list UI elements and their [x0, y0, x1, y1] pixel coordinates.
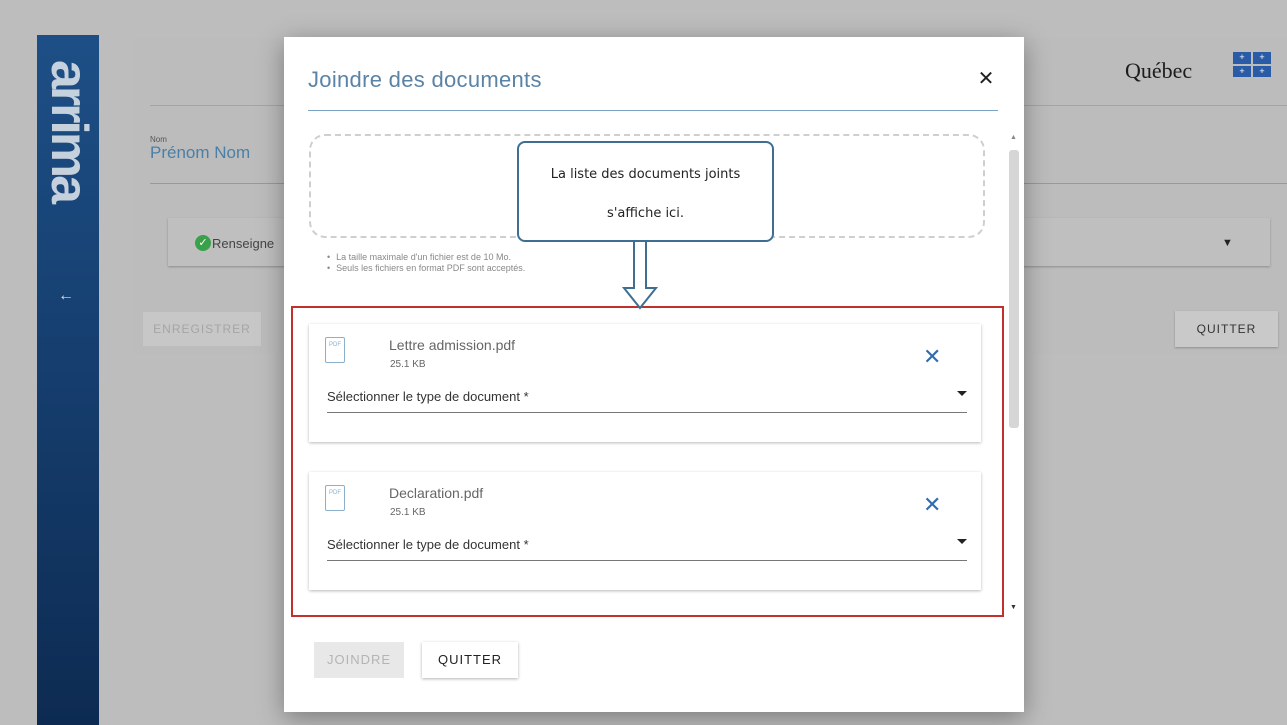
scroll-up-icon[interactable]: ▲: [1010, 134, 1017, 141]
tutorial-callout: La liste des documents joints s'affiche …: [517, 141, 774, 242]
scroll-down-icon[interactable]: ▼: [1010, 604, 1017, 611]
arrow-left-icon[interactable]: ←: [58, 287, 74, 305]
pdf-file-icon: PDF: [325, 485, 345, 511]
attach-documents-modal: Joindre des documents ✕ La taille maxima…: [284, 37, 1024, 712]
hint-pdf-only: Seuls les fichiers en format PDF sont ac…: [327, 263, 525, 274]
attached-documents-list: PDF Lettre admission.pdf 25.1 KB ✕ Sélec…: [291, 306, 1004, 617]
join-button[interactable]: JOINDRE: [314, 642, 404, 678]
document-type-select[interactable]: Sélectionner le type de document *: [327, 530, 967, 561]
modal-title-divider: [308, 110, 998, 111]
page-quit-button[interactable]: QUITTER: [1175, 311, 1278, 347]
check-circle-icon: ✓: [195, 235, 211, 251]
callout-line-2: s'affiche ici.: [607, 206, 684, 221]
name-field-value: Prénom Nom: [150, 143, 251, 162]
modal-title: Joindre des documents: [308, 67, 542, 92]
brand-logo: arrima: [40, 60, 98, 201]
document-card: PDF Lettre admission.pdf 25.1 KB ✕ Sélec…: [309, 324, 981, 442]
close-icon[interactable]: ✕: [974, 67, 998, 91]
document-size: 25.1 KB: [390, 507, 426, 518]
caret-down-icon: [957, 391, 967, 396]
document-name: Lettre admission.pdf: [389, 337, 516, 353]
quebec-logo: Québec: [1125, 58, 1193, 83]
section-label: Renseigne: [212, 236, 275, 251]
scrollbar[interactable]: ▲ ▼: [1007, 134, 1021, 616]
modal-quit-button[interactable]: QUITTER: [422, 642, 518, 678]
document-type-select-label: Sélectionner le type de document *: [327, 537, 529, 552]
down-arrow-icon: [621, 242, 659, 310]
hint-max-size: La taille maximale d'un fichier est de 1…: [327, 252, 525, 263]
document-type-select-label: Sélectionner le type de document *: [327, 389, 529, 404]
chevron-down-icon[interactable]: ▼: [1222, 237, 1233, 249]
save-button[interactable]: ENREGISTRER: [143, 312, 261, 346]
pdf-file-icon: PDF: [325, 337, 345, 363]
document-type-select[interactable]: Sélectionner le type de document *: [327, 382, 967, 413]
document-card: PDF Declaration.pdf 25.1 KB ✕ Sélectionn…: [309, 472, 981, 590]
callout-line-1: La liste des documents joints: [550, 167, 741, 182]
caret-down-icon: [957, 539, 967, 544]
document-size: 25.1 KB: [390, 359, 426, 370]
scrollbar-thumb[interactable]: [1009, 150, 1019, 428]
upload-hints: La taille maximale d'un fichier est de 1…: [327, 252, 525, 274]
quebec-flag-icon: + + + +: [1233, 52, 1271, 77]
document-name: Declaration.pdf: [389, 485, 484, 501]
remove-document-icon[interactable]: ✕: [923, 492, 941, 518]
remove-document-icon[interactable]: ✕: [923, 344, 941, 370]
